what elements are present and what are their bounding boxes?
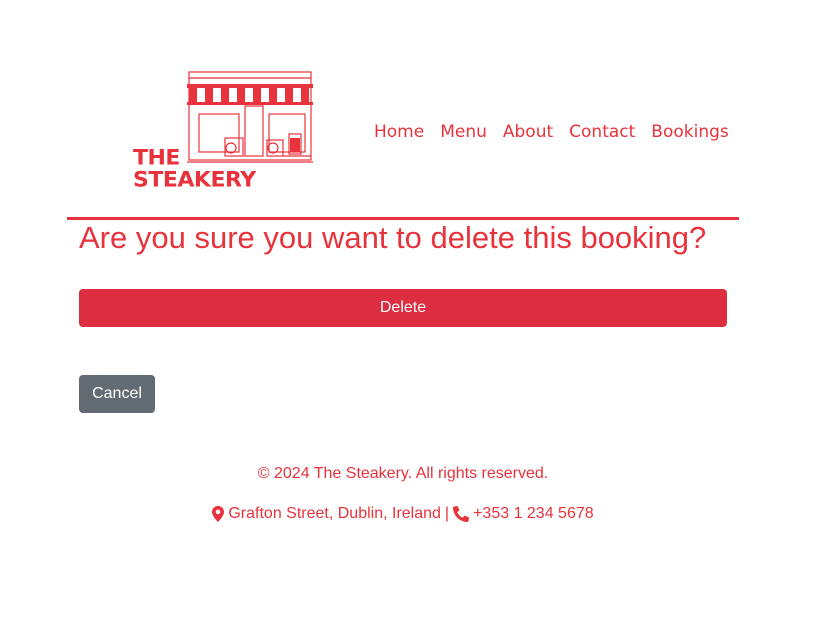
page-title: Are you sure you want to delete this boo… — [79, 220, 707, 255]
nav-home[interactable]: Home — [374, 122, 424, 142]
nav-menu[interactable]: Menu — [440, 122, 487, 142]
site-footer: © 2024 The Steakery. All rights reserved… — [0, 462, 806, 526]
delete-button[interactable]: Delete — [79, 289, 727, 327]
site-header: THE STEAKERY Home Menu About Contact Boo… — [67, 60, 739, 218]
cancel-button[interactable]: Cancel — [79, 375, 155, 413]
phone-icon — [453, 506, 470, 522]
main-nav: Home Menu About Contact Bookings — [374, 122, 745, 142]
nav-contact[interactable]: Contact — [569, 122, 635, 142]
logo-line-steakery: STEAKERY — [133, 168, 256, 193]
nav-bookings[interactable]: Bookings — [651, 122, 728, 142]
logo-line-the: THE — [133, 146, 180, 171]
phone-text[interactable]: +353 1 234 5678 — [473, 502, 594, 526]
contact-separator: | — [444, 505, 450, 522]
contact-line: Grafton Street, Dublin, Ireland | +353 1… — [0, 502, 806, 526]
logo-wordmark: THE STEAKERY — [133, 148, 256, 192]
address-text: Grafton Street, Dublin, Ireland — [228, 505, 441, 522]
map-marker-icon — [212, 506, 225, 522]
nav-about[interactable]: About — [503, 122, 553, 142]
steakery-logo[interactable]: THE STEAKERY — [133, 70, 315, 192]
copyright-text: © 2024 The Steakery. All rights reserved… — [257, 465, 549, 482]
